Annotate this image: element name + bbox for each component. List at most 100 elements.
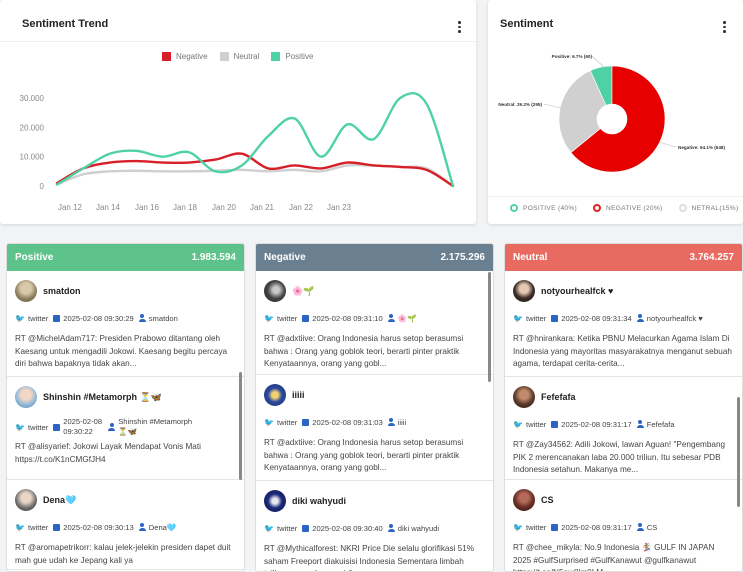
scrollbar[interactable] — [737, 397, 740, 507]
pie-legend-positive[interactable]: POSITIVE (40%) — [510, 204, 577, 212]
post-card[interactable]: diki wahyudi 🐦 twitter 2025-02-08 09:30:40… — [256, 481, 493, 571]
avatar — [513, 280, 535, 302]
x-tick-label: Jan 21 — [250, 203, 275, 212]
negative-label: Negative — [264, 252, 306, 263]
post-text: RT @aromapetrikorr: kalau jelek-jelekin … — [15, 543, 231, 565]
trend-chart: 30.000 20.000 10.000 0 Jan 12 Jan 14 Jan 16 Jan… — [20, 92, 455, 212]
post-author: iiiii — [292, 390, 305, 400]
post-card[interactable]: Dena🩵 🐦 twitter 2025-02-08 09:30:13 Dena🩵 R… — [7, 480, 244, 570]
user-icon — [387, 418, 395, 426]
calendar-icon — [551, 314, 559, 322]
user-icon — [387, 524, 395, 532]
trend-card: Sentiment Trend Negative Neutral Positiv… — [0, 0, 476, 224]
user-icon — [387, 314, 395, 322]
x-tick-label: Jan 22 — [289, 203, 314, 212]
post-text: RT @Mythicalforest: NKRI Price Die selal… — [264, 544, 475, 571]
twitter-icon: 🐦 — [264, 523, 274, 533]
post-author: smatdon — [43, 286, 81, 296]
post-card[interactable]: Shinshin #Metamorph ⏳🦋 🐦 twitter 2025-02-0… — [7, 377, 244, 480]
calendar-icon — [302, 418, 310, 426]
post-text: RT @hnirankara: Ketika PBNU Melacurkan A… — [513, 334, 732, 368]
twitter-icon: 🐦 — [264, 313, 274, 323]
post-card[interactable]: iiiii 🐦 twitter 2025-02-08 09:31:03 iiiii R… — [256, 375, 493, 481]
pie-slice-label: Neutral: 29.2% (295) — [498, 102, 542, 107]
pie-legend-neutral[interactable]: NETRAL(15%) — [678, 204, 739, 212]
post-author: CS — [541, 495, 554, 505]
negative-column: Negative 2.175.296 🌸🌱 🐦 twitter 2025-02-08… — [255, 243, 494, 572]
positive-count: 1.983.594 — [191, 252, 237, 263]
twitter-icon: 🐦 — [15, 422, 25, 432]
user-icon — [636, 420, 644, 428]
avatar — [264, 490, 286, 512]
post-author: Dena🩵 — [43, 494, 77, 505]
post-card[interactable]: 🌸🌱 🐦 twitter 2025-02-08 09:31:10 🌸🌱 RT @adx… — [256, 271, 493, 375]
avatar — [513, 386, 535, 408]
y-tick-label: 30.000 — [20, 94, 45, 103]
post-text: RT @adxtiive: Orang Indonesia harus seto… — [264, 334, 464, 368]
post-text: RT @Zay34562: Adili Jokowi, lawan Aguan!… — [513, 440, 726, 474]
pie-slice-label: Positive: 6.7% (60) — [552, 54, 593, 59]
scrollbar[interactable] — [488, 272, 491, 382]
x-tick-label: Jan 16 — [135, 203, 160, 212]
scrollbar[interactable] — [239, 372, 242, 480]
avatar — [513, 489, 535, 511]
twitter-icon: 🐦 — [15, 313, 25, 323]
user-icon — [138, 314, 146, 322]
avatar — [264, 384, 286, 406]
pie-leader-line — [591, 55, 606, 69]
twitter-icon: 🐦 — [513, 419, 523, 429]
post-author: Fefefafa — [541, 392, 576, 402]
post-text: RT @MichelAdam717: Presiden Prabowo dita… — [15, 334, 228, 368]
pie-leader-line — [543, 103, 562, 109]
twitter-icon: 🐦 — [513, 522, 523, 532]
pie-leader-line — [658, 141, 677, 148]
post-card[interactable]: Fefefafa 🐦 twitter 2025-02-08 09:31:17 Fefe… — [505, 377, 742, 480]
post-card[interactable]: smatdon 🐦 twitter 2025-02-08 09:30:29 smatd… — [7, 271, 244, 377]
x-tick-label: Jan 18 — [173, 203, 198, 212]
pie-slice-label: Negative: 64.1% (648) — [678, 145, 725, 150]
x-tick-label: Jan 20 — [212, 203, 237, 212]
pie-card: Sentiment Positive: 6.7% (60) Neutral: 29… — [488, 0, 743, 224]
x-tick-label: Jan 12 — [58, 203, 83, 212]
user-icon — [138, 523, 146, 531]
avatar — [15, 386, 37, 408]
post-author: Shinshin #Metamorph ⏳🦋 — [43, 391, 162, 402]
avatar — [264, 280, 286, 302]
user-icon — [636, 523, 644, 531]
user-icon — [108, 423, 116, 431]
post-text: RT @chee_mikyla: No.9 Indonesia 🏂 GULF I… — [513, 543, 715, 571]
calendar-icon — [53, 314, 61, 322]
avatar — [15, 280, 37, 302]
neutral-count: 3.764.257 — [689, 252, 735, 263]
calendar-icon — [302, 524, 310, 532]
series-line-neutral[interactable] — [55, 163, 455, 188]
calendar-icon — [53, 423, 61, 431]
pie-chart: Positive: 6.7% (60) Neutral: 29.2% (295) N… — [498, 54, 725, 173]
neutral-header: Neutral 3.764.257 — [505, 244, 742, 271]
post-card[interactable]: CS 🐦 twitter 2025-02-08 09:31:17 CS RT @che… — [505, 480, 742, 571]
post-text: RT @alisyarief: Jokowi Layak Mendapat Vo… — [15, 442, 201, 464]
post-card[interactable]: notyourhealfck ♥ 🐦 twitter 2025-02-08 09:3… — [505, 271, 742, 377]
positive-label: Positive — [15, 252, 54, 263]
calendar-icon — [551, 523, 559, 531]
positive-column: Positive 1.983.594 smatdon 🐦 twitter 2025-… — [6, 243, 245, 572]
post-author: 🌸🌱 — [292, 285, 315, 296]
neutral-label: Neutral — [513, 252, 548, 263]
y-tick-label: 0 — [40, 182, 45, 191]
post-author: notyourhealfck ♥ — [541, 286, 614, 296]
y-tick-label: 20.000 — [20, 123, 45, 132]
twitter-icon: 🐦 — [15, 522, 25, 532]
avatar — [15, 489, 37, 511]
x-tick-label: Jan 14 — [96, 203, 121, 212]
negative-header: Negative 2.175.296 — [256, 244, 493, 271]
user-icon — [636, 314, 644, 322]
pie-legend-negative[interactable]: NEGATIVE (20%) — [593, 204, 662, 212]
x-tick-label: Jan 23 — [327, 203, 352, 212]
pie-legend: POSITIVE (40%) NEGATIVE (20%) NETRAL(15%… — [510, 204, 738, 212]
twitter-icon: 🐦 — [264, 417, 274, 427]
calendar-icon — [302, 314, 310, 322]
post-author: diki wahyudi — [292, 496, 347, 506]
divider — [488, 196, 743, 197]
y-tick-label: 10.000 — [20, 153, 45, 162]
positive-header: Positive 1.983.594 — [7, 244, 244, 271]
